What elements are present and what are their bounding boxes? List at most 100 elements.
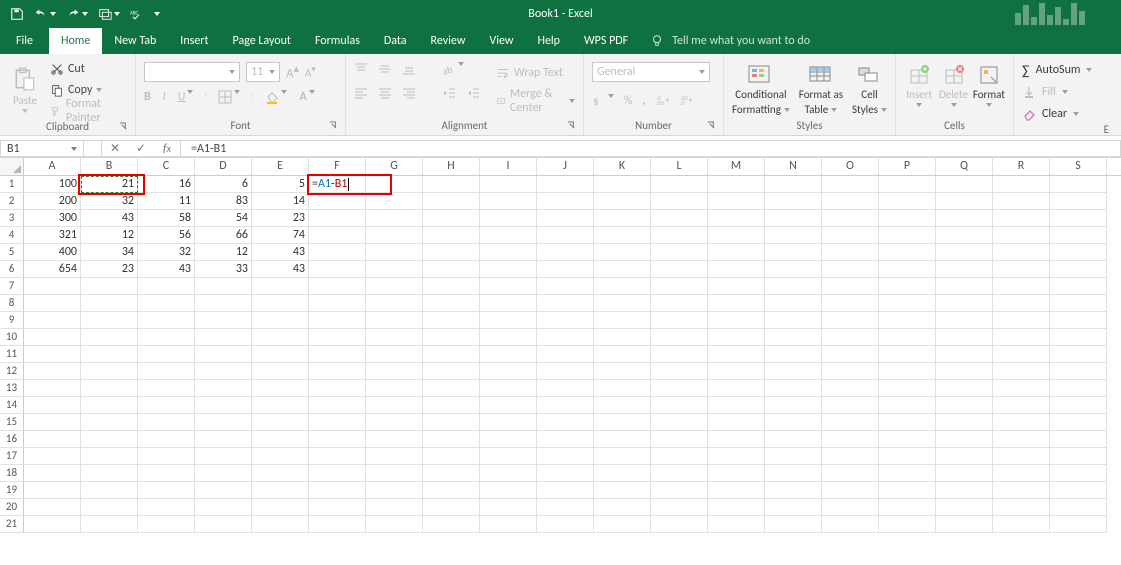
cell[interactable]: [366, 227, 423, 244]
orientation-button[interactable]: ab: [442, 62, 464, 76]
cell[interactable]: [708, 482, 765, 499]
tab-data[interactable]: Data: [372, 28, 419, 54]
cell[interactable]: [366, 363, 423, 380]
cell[interactable]: [252, 397, 309, 414]
cell[interactable]: [651, 380, 708, 397]
worksheet-grid[interactable]: ABCDEFGHIJKLMNOPQRS 1100211665=A1-B12200…: [0, 158, 1121, 533]
cell[interactable]: [423, 312, 480, 329]
cell[interactable]: [309, 414, 366, 431]
cell[interactable]: [423, 499, 480, 516]
cell[interactable]: [138, 482, 195, 499]
cell[interactable]: [537, 193, 594, 210]
cell[interactable]: [993, 482, 1050, 499]
cell[interactable]: [195, 380, 252, 397]
cell[interactable]: [1050, 448, 1107, 465]
cell[interactable]: [651, 346, 708, 363]
cell[interactable]: [366, 397, 423, 414]
format-as-table-button[interactable]: Format as Table: [798, 62, 844, 119]
underline-button[interactable]: U: [178, 90, 194, 104]
cell[interactable]: [993, 295, 1050, 312]
cell[interactable]: [594, 414, 651, 431]
cell[interactable]: [24, 363, 81, 380]
cell[interactable]: [423, 397, 480, 414]
cell[interactable]: [1050, 278, 1107, 295]
cell[interactable]: [1050, 499, 1107, 516]
cell[interactable]: [651, 329, 708, 346]
cell[interactable]: [195, 397, 252, 414]
cell[interactable]: [309, 465, 366, 482]
cell[interactable]: [423, 346, 480, 363]
column-header[interactable]: P: [879, 158, 936, 175]
cell[interactable]: [537, 516, 594, 533]
column-header[interactable]: C: [138, 158, 195, 175]
cell[interactable]: [537, 261, 594, 278]
cell[interactable]: [879, 278, 936, 295]
cell[interactable]: 32: [81, 193, 138, 210]
cell[interactable]: [1050, 227, 1107, 244]
cell[interactable]: [936, 380, 993, 397]
column-header[interactable]: H: [423, 158, 480, 175]
cell[interactable]: [708, 380, 765, 397]
column-header[interactable]: I: [480, 158, 537, 175]
alignment-launcher[interactable]: [565, 119, 577, 131]
cell[interactable]: 66: [195, 227, 252, 244]
cell[interactable]: [822, 278, 879, 295]
column-header[interactable]: Q: [936, 158, 993, 175]
cell[interactable]: [708, 397, 765, 414]
cell[interactable]: [480, 295, 537, 312]
cell[interactable]: 21: [81, 176, 138, 193]
cell[interactable]: [24, 278, 81, 295]
name-box[interactable]: B1: [0, 140, 84, 157]
cell[interactable]: [708, 227, 765, 244]
cell[interactable]: [252, 482, 309, 499]
cell[interactable]: 300: [24, 210, 81, 227]
cell[interactable]: [936, 193, 993, 210]
row-header[interactable]: 4: [0, 227, 24, 244]
cell[interactable]: 34: [81, 244, 138, 261]
cell[interactable]: [879, 329, 936, 346]
cell[interactable]: [936, 431, 993, 448]
font-size-combo[interactable]: 11: [246, 62, 280, 82]
cell[interactable]: [366, 329, 423, 346]
cell[interactable]: [195, 465, 252, 482]
cell[interactable]: [708, 295, 765, 312]
cell[interactable]: [24, 397, 81, 414]
cell[interactable]: [366, 380, 423, 397]
cell[interactable]: [651, 295, 708, 312]
cell[interactable]: [309, 448, 366, 465]
column-header[interactable]: R: [993, 158, 1050, 175]
row-header[interactable]: 12: [0, 363, 24, 380]
column-header[interactable]: B: [81, 158, 138, 175]
cell[interactable]: [765, 244, 822, 261]
insert-cells-button[interactable]: Insert: [904, 62, 934, 119]
cell[interactable]: [765, 227, 822, 244]
cell[interactable]: [309, 261, 366, 278]
align-middle-icon[interactable]: [378, 62, 392, 76]
cell[interactable]: [993, 278, 1050, 295]
cell[interactable]: [765, 261, 822, 278]
cell[interactable]: [309, 312, 366, 329]
cell[interactable]: [138, 346, 195, 363]
tab-view[interactable]: View: [477, 28, 525, 54]
cell[interactable]: [765, 465, 822, 482]
cell[interactable]: [537, 329, 594, 346]
cell[interactable]: [81, 448, 138, 465]
comma-button[interactable]: ,: [643, 94, 646, 108]
cell[interactable]: [195, 278, 252, 295]
cell[interactable]: [708, 431, 765, 448]
cell[interactable]: [594, 380, 651, 397]
cell[interactable]: [480, 312, 537, 329]
column-header[interactable]: S: [1050, 158, 1107, 175]
cell[interactable]: [879, 346, 936, 363]
cell[interactable]: [765, 380, 822, 397]
cell[interactable]: [480, 431, 537, 448]
align-right-icon[interactable]: [402, 86, 416, 100]
cell[interactable]: [765, 516, 822, 533]
tab-newtab[interactable]: New Tab: [102, 28, 168, 54]
cell[interactable]: 5: [252, 176, 309, 193]
cell[interactable]: [936, 244, 993, 261]
cell[interactable]: [879, 516, 936, 533]
row-header[interactable]: 17: [0, 448, 24, 465]
cell[interactable]: [195, 482, 252, 499]
cell[interactable]: 16: [138, 176, 195, 193]
